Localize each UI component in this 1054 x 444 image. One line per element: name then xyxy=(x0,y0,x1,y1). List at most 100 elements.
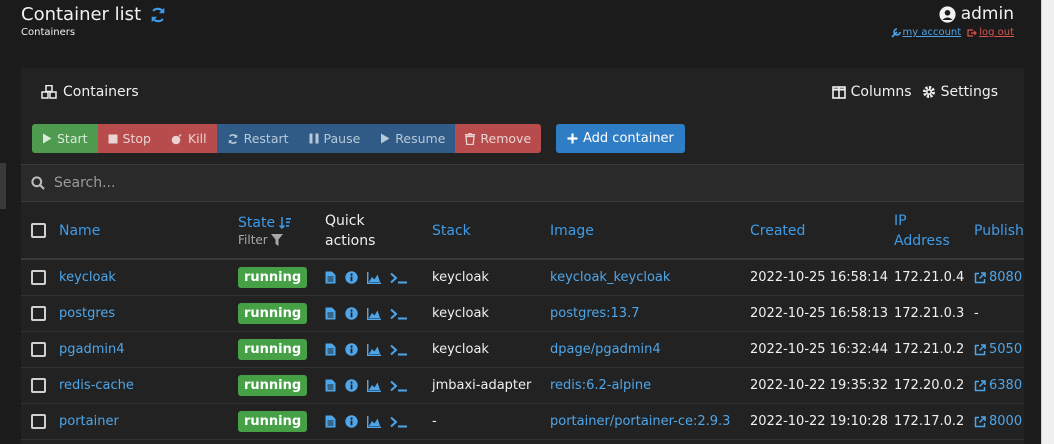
plus-icon xyxy=(567,133,578,144)
info-icon[interactable] xyxy=(345,379,358,392)
stats-icon[interactable] xyxy=(367,307,381,320)
my-account-link[interactable]: my account xyxy=(890,27,961,38)
logs-icon[interactable] xyxy=(325,415,336,428)
user-block: admin xyxy=(939,4,1014,24)
image-link[interactable]: redis:6.2-alpine xyxy=(550,368,651,403)
add-container-button[interactable]: Add container xyxy=(556,124,685,153)
image-link[interactable]: dpage/pgadmin4 xyxy=(550,332,661,367)
quick-actions xyxy=(325,271,408,284)
ip-address: 172.21.0.3 xyxy=(894,306,965,321)
info-icon[interactable] xyxy=(345,307,358,320)
columns-label: Columns xyxy=(850,84,912,100)
containers-panel: Containers Columns Settings Start Stop K… xyxy=(21,68,1024,444)
row-checkbox[interactable] xyxy=(31,342,46,357)
ip-address: 172.17.0.2 xyxy=(894,414,965,429)
left-scrollbar[interactable] xyxy=(0,163,6,209)
column-header-stack[interactable]: Stack xyxy=(432,203,471,258)
console-icon[interactable] xyxy=(390,380,408,392)
external-link-icon xyxy=(974,271,986,283)
state-filter[interactable]: Filter xyxy=(238,233,283,247)
column-header-name[interactable]: Name xyxy=(59,203,100,258)
stop-button[interactable]: Stop xyxy=(97,124,161,153)
cubes-icon xyxy=(41,85,57,99)
table-row: redis-cache running jmbaxi-adapter redis… xyxy=(21,368,1024,404)
panel-title: Containers xyxy=(41,84,139,100)
page-header: Container list Containers admin my accou… xyxy=(0,0,1054,52)
search-bar xyxy=(21,164,1024,202)
table-header: Name State Filter Quick actions Stack Im… xyxy=(21,203,1024,260)
console-icon[interactable] xyxy=(390,308,408,320)
stats-icon[interactable] xyxy=(367,379,381,392)
state-sort[interactable]: State xyxy=(238,215,292,231)
console-icon[interactable] xyxy=(390,416,408,428)
pause-button[interactable]: Pause xyxy=(298,124,371,153)
container-name-link[interactable]: postgres xyxy=(59,296,115,331)
image-link[interactable]: postgres:13.7 xyxy=(550,296,639,331)
column-header-image[interactable]: Image xyxy=(550,203,594,258)
logs-icon[interactable] xyxy=(325,379,336,392)
status-badge: running xyxy=(238,303,308,324)
window-scrollbar[interactable] xyxy=(1041,0,1054,444)
column-header-ip-address[interactable]: IP Address xyxy=(894,203,950,258)
start-label: Start xyxy=(57,131,88,146)
log-out-link[interactable]: log out xyxy=(967,27,1014,38)
row-checkbox[interactable] xyxy=(31,378,46,393)
restart-button[interactable]: Restart xyxy=(216,124,299,153)
published-port[interactable]: 5050 xyxy=(974,332,1022,367)
logs-icon[interactable] xyxy=(325,271,336,284)
state-filter-label: Filter xyxy=(238,232,268,247)
columns-button[interactable]: Columns xyxy=(831,84,912,100)
info-icon[interactable] xyxy=(345,415,358,428)
published-port[interactable]: 8080 xyxy=(974,260,1022,295)
column-header-published-ports[interactable]: Publish xyxy=(974,203,1024,258)
ip-address: 172.21.0.2 xyxy=(894,342,965,357)
remove-label: Remove xyxy=(480,131,532,146)
published-port-value: 8080 xyxy=(989,270,1023,285)
quick-actions xyxy=(325,343,408,356)
console-icon[interactable] xyxy=(390,344,408,356)
stats-icon[interactable] xyxy=(367,415,381,428)
row-checkbox[interactable] xyxy=(31,270,46,285)
info-icon[interactable] xyxy=(345,271,358,284)
search-input[interactable] xyxy=(54,175,554,191)
kill-button[interactable]: Kill xyxy=(160,124,217,153)
created-date: 2022-10-25 16:58:13 xyxy=(750,306,889,321)
image-link[interactable]: keycloak_keycloak xyxy=(550,260,670,295)
published-port[interactable]: - xyxy=(974,296,979,331)
table-body: keycloak running keycloak keycloak_keycl… xyxy=(21,260,1024,440)
container-name-link[interactable]: keycloak xyxy=(59,260,116,295)
table-row: pgadmin4 running keycloak dpage/pgadmin4… xyxy=(21,332,1024,368)
published-port[interactable]: 8000 xyxy=(974,404,1022,439)
column-header-quick-actions: Quick actions xyxy=(325,203,375,258)
row-checkbox[interactable] xyxy=(31,414,46,429)
stats-icon[interactable] xyxy=(367,271,381,284)
logs-icon[interactable] xyxy=(325,307,336,320)
resume-button[interactable]: Resume xyxy=(370,124,456,153)
created-date: 2022-10-25 16:32:44 xyxy=(750,342,889,357)
select-all-checkbox[interactable] xyxy=(31,223,46,238)
start-button[interactable]: Start xyxy=(32,124,98,153)
published-port[interactable]: 6380 xyxy=(974,368,1022,403)
remove-button[interactable]: Remove xyxy=(455,124,542,153)
settings-button[interactable]: Settings xyxy=(922,84,998,100)
console-icon[interactable] xyxy=(390,272,408,284)
container-name-link[interactable]: redis-cache xyxy=(59,368,134,403)
status-badge: running xyxy=(238,375,308,396)
search-icon xyxy=(31,176,45,190)
container-name-link[interactable]: portainer xyxy=(59,404,119,439)
refresh-icon[interactable] xyxy=(149,6,167,24)
container-name-link[interactable]: pgadmin4 xyxy=(59,332,125,367)
stats-icon[interactable] xyxy=(367,343,381,356)
column-header-created[interactable]: Created xyxy=(750,203,805,258)
log-out-label: log out xyxy=(979,27,1014,38)
container-actions: Start Stop Kill Restart Pause Resume Rem… xyxy=(32,124,542,153)
stop-label: Stop xyxy=(122,131,151,146)
image-link[interactable]: portainer/portainer-ce:2.9.3 xyxy=(550,404,730,439)
play-icon xyxy=(43,133,52,144)
info-icon[interactable] xyxy=(345,343,358,356)
created-date: 2022-10-22 19:35:32 xyxy=(750,378,889,393)
row-checkbox[interactable] xyxy=(31,306,46,321)
logs-icon[interactable] xyxy=(325,343,336,356)
sign-out-icon xyxy=(967,28,978,37)
status-badge: running xyxy=(238,339,308,360)
